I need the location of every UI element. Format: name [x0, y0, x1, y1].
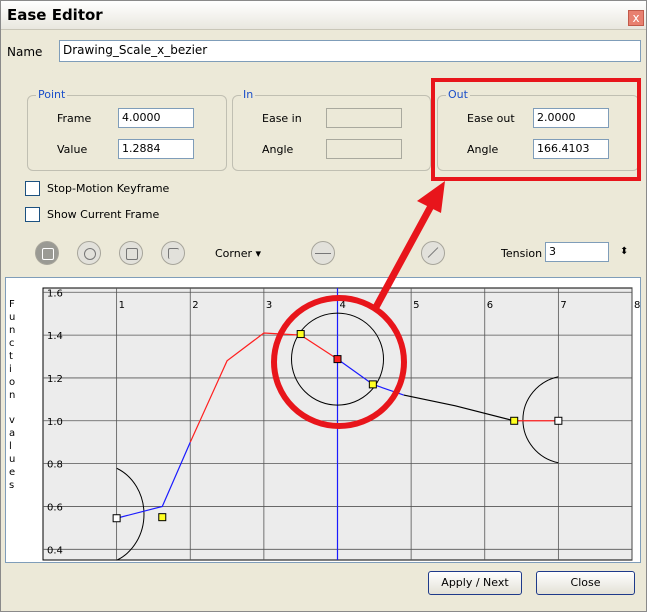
x-tick-label: 6 [487, 300, 493, 311]
x-tick-label: 7 [560, 300, 566, 311]
x-tick-label: 3 [266, 300, 272, 311]
tangent-handle [158, 513, 167, 522]
y-tick-label: 1.2 [47, 374, 63, 385]
x-tick-label: 1 [119, 300, 125, 311]
tangent-handle [368, 380, 377, 389]
y-tick-label: 1.4 [47, 331, 63, 342]
x-tick-label: 8 [634, 300, 640, 311]
y-tick-label: 1.0 [47, 417, 63, 428]
y-tick-label: 0.6 [47, 502, 63, 513]
y-tick-label: 0.4 [47, 545, 63, 556]
tangent-handle [296, 330, 305, 339]
y-tick-label: 0.8 [47, 460, 63, 471]
selected-keyframe [333, 355, 342, 364]
apply-next-button[interactable]: Apply / Next [428, 571, 522, 595]
close-button[interactable]: Close [536, 571, 635, 595]
out-highlight-box [431, 78, 641, 181]
tangent-handle [510, 416, 519, 425]
ease-editor-window: Ease Editor x Name Drawing_Scale_x_bezie… [0, 0, 647, 612]
keyframe [554, 416, 563, 425]
x-tick-label: 4 [340, 300, 346, 311]
x-tick-label: 2 [192, 300, 198, 311]
keyframe [112, 514, 121, 523]
y-tick-label: 1.6 [47, 288, 63, 299]
x-tick-label: 5 [413, 300, 419, 311]
